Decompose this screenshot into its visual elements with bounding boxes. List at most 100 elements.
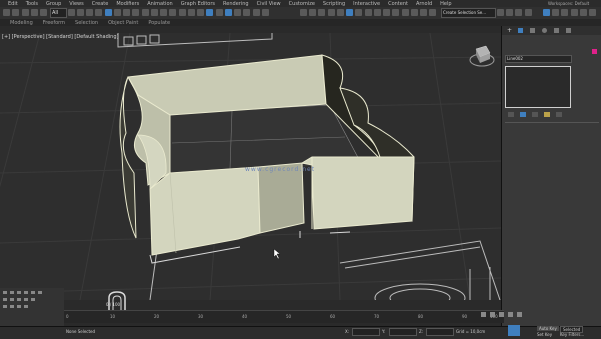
mirror-icon[interactable] [225, 9, 232, 16]
arnold-ipr-icon[interactable] [383, 9, 390, 16]
select-place-icon[interactable] [132, 9, 139, 16]
z-axis-constraint-icon[interactable] [561, 9, 568, 16]
rendered-frame-window-icon[interactable] [337, 9, 344, 16]
display-tab-icon[interactable] [554, 28, 559, 33]
show-end-result-icon[interactable] [520, 112, 526, 117]
reference-coordinate-icon[interactable] [142, 9, 149, 16]
motion-tab-icon[interactable] [542, 28, 547, 33]
viewcube-icon[interactable] [469, 45, 495, 67]
ribbon-tab-modeling[interactable]: Modeling [10, 20, 33, 26]
key-filters-button[interactable]: Key Filters... [560, 332, 584, 337]
hierarchy-tab-icon[interactable] [530, 28, 535, 33]
menu-item-group[interactable]: Group [46, 1, 61, 7]
render-production-icon[interactable] [346, 9, 353, 16]
arnold-utility-icon[interactable] [420, 9, 427, 16]
modifier-stack-list[interactable] [505, 66, 571, 108]
remove-modifier-icon[interactable] [544, 112, 550, 117]
configure-modifier-sets-icon[interactable] [556, 112, 562, 117]
utilities-tab-icon[interactable] [566, 28, 571, 33]
yz-plane-constraint-icon[interactable] [580, 9, 587, 16]
hide-selection-icon[interactable] [506, 9, 513, 16]
menu-item-tools[interactable]: Tools [26, 1, 38, 7]
menu-item-help[interactable]: Help [440, 1, 451, 7]
schematic-view-icon[interactable] [309, 9, 316, 16]
spinner-snap-icon[interactable] [206, 9, 213, 16]
create-tab-icon[interactable]: + [507, 27, 512, 34]
z-coord-field[interactable] [426, 328, 454, 336]
object-color-swatch[interactable] [592, 49, 597, 54]
named-selection-set-dropdown[interactable]: Create Selection Se... [441, 8, 496, 18]
percent-snap-icon[interactable] [197, 9, 204, 16]
arnold-lights-icon[interactable] [402, 9, 409, 16]
pivot-center-icon[interactable] [151, 9, 158, 16]
menu-item-graph-editors[interactable]: Graph Editors [181, 1, 215, 7]
material-editor-icon[interactable] [318, 9, 325, 16]
angle-snap-icon[interactable] [188, 9, 195, 16]
align-icon[interactable] [234, 9, 241, 16]
bind-spacewarp-icon[interactable] [40, 9, 47, 16]
modify-tab-icon[interactable] [518, 28, 523, 33]
make-unique-icon[interactable] [532, 112, 538, 117]
previous-frame-icon[interactable] [490, 312, 495, 317]
freeze-selection-icon[interactable] [515, 9, 522, 16]
unlink-icon[interactable] [31, 9, 38, 16]
next-frame-icon[interactable] [508, 312, 513, 317]
snap-toggle-icon[interactable] [179, 9, 186, 16]
add-time-tag-icon[interactable] [508, 325, 520, 336]
menu-item-arnold[interactable]: Arnold [416, 1, 432, 7]
menu-item-customize[interactable]: Customize [289, 1, 315, 7]
selection-filter-dropdown[interactable]: All [50, 8, 67, 18]
perspective-viewport[interactable]: [+] [Perspective] [Standard] [Default Sh… [0, 33, 501, 300]
window-crossing-icon[interactable] [95, 9, 102, 16]
isolate-selection-icon[interactable] [497, 9, 504, 16]
menu-item-edit[interactable]: Edit [8, 1, 18, 7]
menu-item-content[interactable]: Content [388, 1, 408, 7]
menu-item-rendering[interactable]: Rendering [223, 1, 249, 7]
x-coord-field[interactable] [352, 328, 380, 336]
viewport-label[interactable]: [+] [Perspective] [Standard] [Default Sh… [2, 34, 118, 40]
menu-item-animation[interactable]: Animation [147, 1, 173, 7]
y-axis-constraint-icon[interactable] [552, 9, 559, 16]
manipulate-icon[interactable] [160, 9, 167, 16]
xy-plane-constraint-icon[interactable] [571, 9, 578, 16]
workspace-selector[interactable]: Workspaces: Default [548, 1, 589, 6]
ribbon-tab-freeform[interactable]: Freeform [43, 20, 65, 26]
ribbon-tab-object-paint[interactable]: Object Paint [108, 20, 138, 26]
menu-item-views[interactable]: Views [69, 1, 83, 7]
go-to-start-icon[interactable] [481, 312, 486, 317]
a360-gallery-icon[interactable] [365, 9, 372, 16]
ribbon-tab-populate[interactable]: Populate [148, 20, 170, 26]
arnold-render-icon[interactable] [374, 9, 381, 16]
undo-icon[interactable] [3, 9, 10, 16]
auto-key-button[interactable]: Auto Key [537, 326, 559, 331]
time-slider-handle[interactable] [100, 290, 134, 312]
select-rotate-icon[interactable] [114, 9, 121, 16]
select-by-name-icon[interactable] [77, 9, 84, 16]
go-to-end-icon[interactable] [517, 312, 522, 317]
menu-item-civil-view[interactable]: Civil View [257, 1, 281, 7]
pin-stack-icon[interactable] [508, 112, 514, 117]
zx-plane-constraint-icon[interactable] [589, 9, 596, 16]
object-name-field[interactable]: Line002 [505, 55, 572, 63]
play-icon[interactable] [499, 312, 504, 317]
ribbon-tab-selection[interactable]: Selection [75, 20, 98, 26]
link-icon[interactable] [22, 9, 29, 16]
object-properties-icon[interactable] [525, 9, 532, 16]
menu-item-modifiers[interactable]: Modifiers [116, 1, 139, 7]
render-setup-icon[interactable] [328, 9, 335, 16]
toggle-layer-explorer-icon[interactable] [253, 9, 260, 16]
toggle-ribbon-icon[interactable] [262, 9, 269, 16]
edit-named-selection-icon[interactable] [216, 9, 223, 16]
select-scale-icon[interactable] [123, 9, 130, 16]
y-coord-field[interactable] [389, 328, 417, 336]
arnold-shaders-icon[interactable] [411, 9, 418, 16]
select-and-link-icon[interactable] [543, 9, 550, 16]
keyboard-shortcut-override-icon[interactable] [169, 9, 176, 16]
arnold-settings-icon[interactable] [392, 9, 399, 16]
menu-item-scripting[interactable]: Scripting [323, 1, 345, 7]
menu-item-interactive[interactable]: Interactive [353, 1, 380, 7]
toggle-scene-explorer-icon[interactable] [243, 9, 250, 16]
arnold-render-view-icon[interactable] [429, 9, 436, 16]
rectangular-selection-icon[interactable] [86, 9, 93, 16]
set-key-button[interactable]: Set Key [537, 332, 552, 337]
